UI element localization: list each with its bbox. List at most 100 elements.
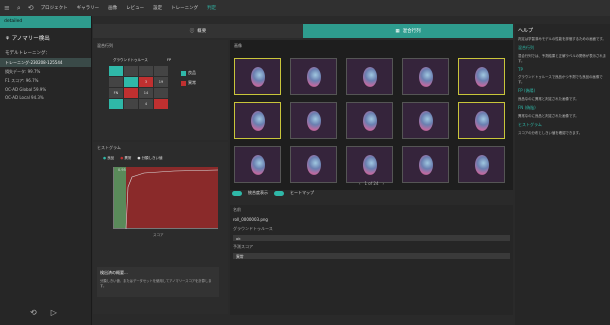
image-thumbnail[interactable] bbox=[402, 58, 449, 95]
image-thumbnail[interactable] bbox=[458, 58, 505, 95]
model-heading: モデルトレーニング： bbox=[5, 51, 50, 56]
sidebar: detailed ⚘ アノマリー検出 モデルトレーニング： トレーニング-230… bbox=[0, 16, 92, 325]
defect-heatmap bbox=[363, 67, 377, 87]
x-axis-label: スコア bbox=[153, 233, 164, 237]
view-tabs: ⓘ 概要 ▦ 混合行列 bbox=[93, 24, 513, 38]
gallery-label: 画像 bbox=[234, 43, 242, 48]
confusion-cell[interactable] bbox=[124, 77, 138, 87]
tab-confusion-matrix[interactable]: ▦ 混合行列 bbox=[303, 24, 513, 38]
menu-evaluate[interactable]: 判定 bbox=[207, 5, 216, 11]
help-title: ヘルプ bbox=[518, 28, 534, 34]
toggle-label: 統合度表示 bbox=[248, 190, 268, 195]
back-icon[interactable]: ⟲ bbox=[28, 4, 34, 12]
ng-swatch bbox=[181, 80, 186, 86]
play-icon[interactable]: ▷ bbox=[51, 308, 57, 317]
confusion-cell[interactable]: 19 bbox=[154, 77, 168, 87]
gallery-pager[interactable]: ‹ 1 of 24 › bbox=[230, 178, 513, 188]
image-thumbnail[interactable] bbox=[402, 102, 449, 139]
view-toggles: 統合度表示 ヒートマップ bbox=[232, 190, 314, 196]
image-thumbnail[interactable] bbox=[290, 102, 337, 139]
defect-heatmap bbox=[307, 111, 321, 131]
sidebar-controls: ⟲ ▷ bbox=[30, 308, 57, 317]
menu-review[interactable]: レビュー bbox=[126, 5, 144, 11]
histogram-label: ヒストグラム bbox=[97, 145, 121, 150]
gt-label: グラウンドトゥルース bbox=[113, 58, 148, 62]
help-section: 混合行列 bbox=[518, 45, 534, 50]
help-section: TP bbox=[518, 67, 523, 72]
metric-item[interactable]: OC-AD Global 59.9% bbox=[0, 85, 91, 93]
anomaly-icon: ⚘ bbox=[5, 36, 12, 42]
histogram-legend: ● 良品 ● 異常 ● 分類しきい値 bbox=[103, 156, 163, 161]
confusion-cell[interactable]: FN bbox=[109, 88, 123, 98]
metric-item[interactable]: OC-AD Local 94.3% bbox=[0, 93, 91, 101]
note-text: 分類しきい値、またはデータセットを使用してアノマリースコアを計算します。 bbox=[100, 279, 212, 288]
confusion-cell[interactable]: 3 bbox=[139, 77, 153, 87]
info-icon: ⓘ bbox=[189, 29, 195, 34]
image-thumbnail[interactable] bbox=[290, 58, 337, 95]
image-thumbnail[interactable] bbox=[346, 58, 393, 95]
defect-heatmap bbox=[251, 155, 265, 175]
histogram-chart[interactable]: 0.95 bbox=[113, 167, 219, 229]
menu-training[interactable]: トレーニング bbox=[171, 5, 198, 11]
menu-project[interactable]: プロジェクト bbox=[41, 5, 68, 11]
metric-item[interactable]: F1 スコア: 96.7% bbox=[0, 76, 91, 85]
help-text: グラウンドトゥルースで良品かつ予測でも良品の画像です。 bbox=[518, 75, 603, 84]
help-panel: ヘルプ 判定は学習済みモデルの性能を評価するための画面です。 混合行列 混合行列… bbox=[515, 24, 610, 325]
history-icon[interactable]: ⟲ bbox=[30, 308, 37, 317]
class-select[interactable]: ok bbox=[233, 235, 510, 241]
toggle-label: ヒートマップ bbox=[290, 190, 314, 195]
toggle-switch[interactable] bbox=[274, 190, 284, 196]
defect-heatmap bbox=[307, 155, 321, 175]
confusion-cell[interactable] bbox=[154, 88, 168, 98]
menu-settings[interactable]: 設定 bbox=[153, 5, 162, 11]
image-details: 名前 roll_0000003.png グラウンドトゥルース ok 予測スコア … bbox=[230, 205, 513, 315]
menu-images[interactable]: 画像 bbox=[108, 5, 117, 11]
defect-heatmap bbox=[419, 155, 433, 175]
image-thumbnail[interactable] bbox=[234, 102, 281, 139]
toggle-switch[interactable] bbox=[232, 190, 242, 196]
confusion-cell[interactable] bbox=[124, 66, 138, 76]
training-item[interactable]: トレーニング-230208-125544 bbox=[0, 58, 91, 67]
metric-item[interactable]: 損失データ: 99.7% bbox=[0, 67, 91, 76]
class-label: グラウンドトゥルース bbox=[233, 226, 273, 231]
defect-heatmap bbox=[419, 111, 433, 131]
image-thumbnail[interactable] bbox=[346, 102, 393, 139]
matrix-icon: ▦ bbox=[395, 28, 400, 34]
legend-threshold: ● 分類しきい値 bbox=[137, 156, 163, 160]
cumulative-curve bbox=[125, 169, 219, 229]
confusion-cell[interactable] bbox=[139, 66, 153, 76]
confusion-cell[interactable] bbox=[109, 66, 123, 76]
name-value: roll_0000003.png bbox=[233, 217, 268, 222]
search-icon[interactable]: ⌕ bbox=[17, 4, 21, 13]
confusion-cell[interactable] bbox=[124, 88, 138, 98]
note-title: 検出済の概要... bbox=[100, 270, 128, 275]
confusion-cell[interactable]: 4 bbox=[139, 99, 153, 109]
help-text: 混合行列では、予測結果と正解ラベルの関係が表示されます。 bbox=[518, 54, 607, 63]
help-intro: 判定は学習済みモデルの性能を評価するための画面です。 bbox=[518, 37, 606, 41]
legend-ng: ● 異常 bbox=[120, 156, 132, 160]
confusion-cell[interactable] bbox=[124, 99, 138, 109]
menu-gallery[interactable]: ギャラリー bbox=[77, 5, 100, 11]
confusion-label: 混合行列 bbox=[97, 43, 113, 48]
confusion-cell[interactable] bbox=[154, 66, 168, 76]
help-text: スコアの分布としきい値を確認できます。 bbox=[518, 131, 583, 135]
note-box: 検出済の概要... 分類しきい値、またはデータセットを使用してアノマリースコアを… bbox=[97, 267, 219, 297]
defect-heatmap bbox=[251, 67, 265, 87]
confusion-matrix-panel: 混合行列 グラウンドトゥルース FP 3 19 FN 14 4 良品 異常 bbox=[93, 40, 228, 140]
menu-icon[interactable]: ≡ bbox=[4, 4, 10, 12]
ymax-label: 0.95 bbox=[118, 168, 126, 172]
tab-overview[interactable]: ⓘ 概要 bbox=[93, 24, 303, 38]
image-thumbnail[interactable] bbox=[234, 58, 281, 95]
confusion-cell[interactable] bbox=[109, 77, 123, 87]
defect-heatmap bbox=[363, 111, 377, 131]
defect-heatmap bbox=[307, 67, 321, 87]
image-thumbnail[interactable] bbox=[458, 102, 505, 139]
defect-heatmap bbox=[475, 67, 489, 87]
confusion-cell[interactable]: 14 bbox=[139, 88, 153, 98]
confusion-cell[interactable] bbox=[154, 99, 168, 109]
confusion-cell[interactable] bbox=[109, 99, 123, 109]
defect-heatmap bbox=[475, 155, 489, 175]
sidebar-title: ⚘ アノマリー検出 bbox=[5, 36, 50, 42]
image-gallery: 画像 bbox=[230, 40, 513, 190]
legend-ng: 異常 bbox=[181, 80, 196, 86]
